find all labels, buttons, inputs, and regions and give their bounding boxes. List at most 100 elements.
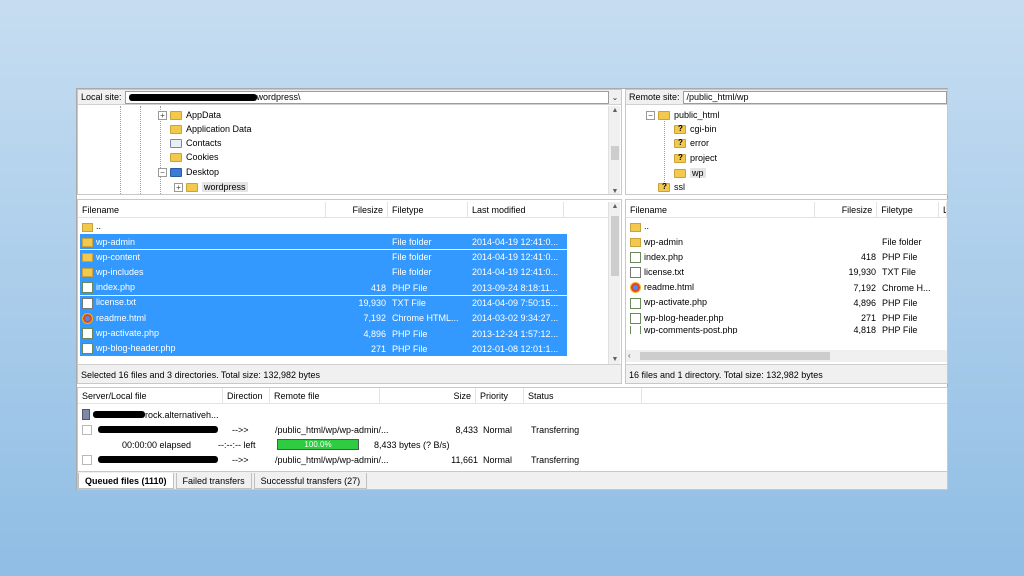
folder-icon bbox=[82, 237, 93, 247]
tab-queued-files[interactable]: Queued files (1110) bbox=[78, 473, 174, 489]
tree-item-desktop[interactable]: − Desktop bbox=[158, 165, 219, 179]
file-row[interactable]: wp-activate.php 4,896 PHP File bbox=[628, 296, 946, 311]
local-file-header: Filename Filesize Filetype Last modified bbox=[78, 202, 608, 218]
file-row[interactable]: readme.html 7,192 Chrome H... bbox=[628, 280, 946, 295]
column-filetype[interactable]: Filetype bbox=[388, 202, 468, 217]
filename-cell: index.php bbox=[628, 252, 818, 263]
scroll-left-icon[interactable]: ‹ bbox=[628, 351, 631, 360]
filesize-cell: 271 bbox=[860, 313, 876, 324]
tree-item-application-data[interactable]: Application Data bbox=[170, 122, 252, 136]
tree-item-wordpress[interactable]: + wordpress bbox=[174, 180, 248, 194]
file-row[interactable]: wp-comments-post.php 4,818 PHP File bbox=[628, 326, 946, 335]
contacts-folder-icon bbox=[170, 138, 182, 148]
size-text: 8,433 bbox=[455, 424, 478, 435]
file-row[interactable]: wp-activate.php 4,896 PHP File 2013-12-24 1… bbox=[80, 326, 567, 342]
queue-row[interactable]: -->> /public_html/wp/wp-admin/... 8,433 … bbox=[82, 422, 942, 437]
queue-server-row[interactable]: rock.alternativeh... bbox=[82, 407, 219, 422]
folder-icon bbox=[630, 222, 641, 232]
column-filesize[interactable]: Filesize bbox=[326, 202, 388, 217]
tree-item-cgi-bin[interactable]: cgi-bin bbox=[674, 122, 717, 136]
column-last-modified[interactable]: Last modified bbox=[468, 202, 564, 217]
chevron-down-icon[interactable]: ⌄ bbox=[609, 93, 621, 102]
column-last-modified[interactable]: L bbox=[939, 202, 947, 217]
filename-cell: license.txt bbox=[80, 297, 328, 309]
text-file-icon bbox=[82, 297, 93, 309]
filetype-cell: File folder bbox=[882, 236, 922, 247]
column-priority[interactable]: Priority bbox=[476, 388, 524, 403]
tree-item-label: error bbox=[690, 138, 710, 148]
column-filesize[interactable]: Filesize bbox=[815, 202, 878, 217]
collapse-icon[interactable]: − bbox=[646, 110, 655, 120]
php-file-icon bbox=[630, 326, 641, 335]
tree-item-wp[interactable]: wp bbox=[674, 166, 706, 180]
local-list-scrollbar[interactable]: ▲ ▼ bbox=[608, 202, 620, 364]
column-direction[interactable]: Direction bbox=[223, 388, 270, 403]
file-row[interactable]: index.php 418 PHP File bbox=[628, 250, 946, 265]
scroll-up-icon[interactable]: ▲ bbox=[609, 107, 621, 114]
tree-item-label: Desktop bbox=[186, 167, 220, 177]
filename-text: index.php bbox=[96, 282, 136, 293]
column-filetype[interactable]: Filetype bbox=[877, 202, 940, 217]
filename-text: wp-activate.php bbox=[644, 297, 708, 308]
tree-item-cookies[interactable]: Cookies bbox=[170, 150, 219, 164]
filetype-cell: TXT File bbox=[392, 298, 426, 308]
column-status[interactable]: Status bbox=[524, 388, 642, 403]
filename-cell: wp-admin bbox=[628, 237, 818, 247]
column-size[interactable]: Size bbox=[380, 388, 476, 403]
local-address-row: Local site: wordpress\ ⌄ bbox=[78, 90, 621, 105]
file-row[interactable]: .. bbox=[80, 219, 567, 234]
scroll-thumb[interactable] bbox=[640, 352, 830, 360]
file-row[interactable]: wp-content File folder 2014-04-19 12:41:0.… bbox=[80, 249, 567, 265]
file-row[interactable]: wp-blog-header.php 271 PHP File 2012-01-08 … bbox=[80, 341, 567, 357]
file-row[interactable]: license.txt 19,930 TXT File bbox=[628, 265, 946, 280]
scroll-thumb[interactable] bbox=[611, 216, 619, 276]
tree-item-public-html[interactable]: − public_html bbox=[646, 108, 720, 122]
file-row[interactable]: wp-admin File folder 2014-04-19 12:41:0... bbox=[80, 234, 567, 250]
tree-item-appdata[interactable]: + AppData bbox=[158, 108, 221, 122]
redacted-local-file bbox=[98, 426, 218, 433]
status-text: Transferring bbox=[531, 424, 580, 435]
expand-icon[interactable]: + bbox=[158, 110, 167, 120]
column-filename[interactable]: Filename bbox=[78, 202, 326, 217]
redacted-server bbox=[93, 411, 145, 418]
scroll-down-icon[interactable]: ▼ bbox=[609, 188, 621, 194]
file-row[interactable]: wp-admin File folder bbox=[628, 234, 946, 249]
column-remote-file[interactable]: Remote file bbox=[270, 388, 380, 403]
tree-item-ssl[interactable]: ssl bbox=[658, 180, 685, 194]
filename-text: license.txt bbox=[644, 266, 685, 277]
file-row[interactable]: license.txt 19,930 TXT File 2014-04-09 7:50… bbox=[80, 295, 567, 311]
file-row[interactable]: wp-blog-header.php 271 PHP File bbox=[628, 311, 946, 326]
column-server-local-file[interactable]: Server/Local file bbox=[78, 388, 223, 403]
chrome-html-icon bbox=[82, 312, 93, 324]
tree-item-contacts[interactable]: Contacts bbox=[170, 136, 222, 150]
scroll-thumb[interactable] bbox=[611, 146, 619, 160]
php-file-icon bbox=[82, 282, 93, 294]
remote-file-header: Filename Filesize Filetype L bbox=[626, 202, 947, 218]
file-row[interactable]: wp-includes File folder 2014-04-19 12:41:0… bbox=[80, 264, 567, 280]
file-icon bbox=[82, 454, 92, 465]
filesize-cell: 271 bbox=[370, 343, 386, 354]
remote-file-pane: Filename Filesize Filetype L .. wp-admin F… bbox=[625, 199, 948, 384]
file-row[interactable]: .. bbox=[628, 219, 946, 234]
expand-icon[interactable]: + bbox=[174, 182, 183, 192]
file-row[interactable]: readme.html 7,192 Chrome HTML... 2014-03-02… bbox=[80, 310, 567, 326]
direction-text: -->> bbox=[232, 454, 249, 465]
tree-item-error[interactable]: error bbox=[674, 136, 709, 150]
collapse-icon[interactable]: − bbox=[158, 167, 167, 177]
remote-hscrollbar[interactable]: ‹ bbox=[626, 350, 947, 362]
remote-site-input[interactable]: /public_html/wp bbox=[682, 90, 947, 104]
scroll-up-icon[interactable]: ▲ bbox=[609, 203, 621, 210]
file-row[interactable]: index.php 418 PHP File 2013-09-24 8:18:11..… bbox=[80, 280, 567, 296]
remote-status-bar: 16 files and 1 directory. Total size: 13… bbox=[626, 364, 947, 383]
filetype-cell: TXT File bbox=[882, 267, 916, 278]
column-filename[interactable]: Filename bbox=[626, 202, 816, 217]
tab-successful-transfers[interactable]: Successful transfers (27) bbox=[253, 473, 368, 489]
scroll-down-icon[interactable]: ▼ bbox=[609, 356, 621, 363]
queue-row[interactable]: -->> /public_html/wp/wp-admin/... 11,661… bbox=[82, 452, 942, 467]
folder-icon bbox=[630, 237, 641, 247]
filename-cell: wp-includes bbox=[80, 267, 328, 278]
tree-item-project[interactable]: project bbox=[674, 151, 717, 165]
local-site-input[interactable]: wordpress\ bbox=[124, 90, 609, 104]
tab-failed-transfers[interactable]: Failed transfers bbox=[175, 473, 252, 489]
local-tree-scrollbar[interactable]: ▲ ▼ bbox=[608, 106, 621, 194]
